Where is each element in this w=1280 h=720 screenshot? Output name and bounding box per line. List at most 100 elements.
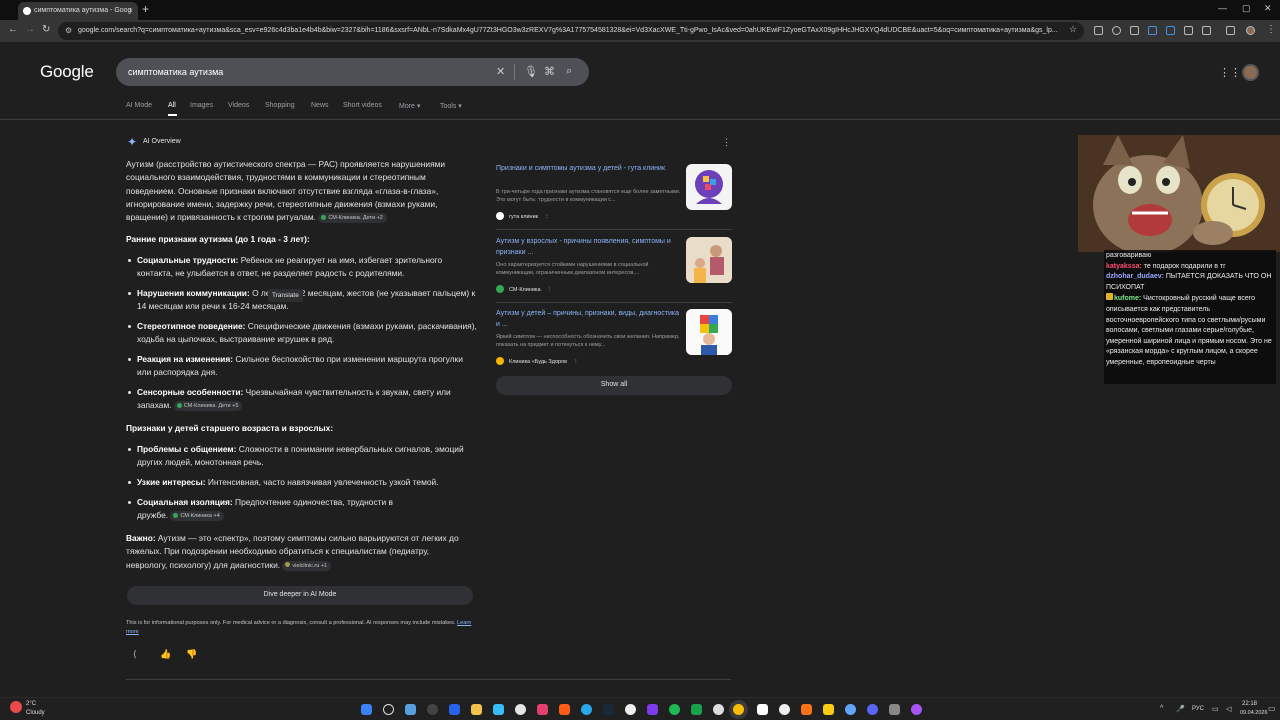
source-chip[interactable]: СМ-Клиника. Дети +5: [173, 401, 243, 412]
spotify-icon[interactable]: [669, 704, 680, 715]
account-avatar[interactable]: [1242, 64, 1259, 81]
steam-icon[interactable]: [603, 704, 614, 715]
mic-icon[interactable]: 🎤: [1176, 705, 1185, 713]
maximize-icon[interactable]: ▢: [1242, 3, 1251, 14]
thumbs-up-icon[interactable]: 👍: [160, 649, 171, 660]
extensions-puzzle-icon[interactable]: [1202, 26, 1211, 35]
tab-shopping[interactable]: Shopping: [265, 102, 295, 109]
task-view-icon[interactable]: [405, 704, 416, 715]
forward-icon[interactable]: →: [25, 24, 35, 35]
minimize-icon[interactable]: —: [1218, 3, 1227, 13]
site-info-icon[interactable]: ⚙: [65, 26, 72, 35]
site-favicon-icon: [496, 212, 504, 220]
clock-time[interactable]: 22:18: [1242, 701, 1257, 707]
app-icon[interactable]: [779, 704, 790, 715]
network-icon[interactable]: ▭: [1212, 705, 1219, 713]
app-icon[interactable]: [911, 704, 922, 715]
more-options-icon[interactable]: ⋮: [573, 359, 579, 365]
app-icon[interactable]: [515, 704, 526, 715]
app-icon[interactable]: [845, 704, 856, 715]
extension-icon[interactable]: [1166, 26, 1175, 35]
telegram-icon[interactable]: [581, 704, 592, 715]
source-title[interactable]: Признаки и симптомы аутизма у детей - гу…: [496, 164, 684, 175]
reload-icon[interactable]: ↻: [42, 24, 50, 35]
app-icon[interactable]: [801, 704, 812, 715]
extension-icon[interactable]: [1184, 26, 1193, 35]
app-icon[interactable]: [493, 704, 504, 715]
weather-temp: 2°C: [26, 701, 37, 707]
source-chip[interactable]: СМ-Клиника +4: [170, 511, 224, 522]
start-icon[interactable]: [361, 704, 372, 715]
source-card[interactable]: Аутизм у взрослых - причины появления, с…: [496, 237, 732, 293]
google-logo[interactable]: Google: [40, 62, 94, 82]
app-icon[interactable]: [713, 704, 724, 715]
image-search-icon[interactable]: ⌘: [544, 65, 555, 78]
source-thumbnail-photo: [686, 237, 732, 283]
tab-videos[interactable]: Videos: [228, 102, 249, 109]
profile-icon[interactable]: [1246, 26, 1255, 35]
app-icon[interactable]: [823, 704, 834, 715]
address-bar[interactable]: ⚙ google.com/search?q=симптоматика+аутиз…: [58, 22, 1084, 40]
search-icon[interactable]: [383, 704, 394, 715]
dive-deeper-button[interactable]: Dive deeper in AI Mode: [127, 586, 473, 605]
volume-icon[interactable]: ◁: [1226, 705, 1231, 713]
extension-icon[interactable]: [1148, 26, 1157, 35]
tab-news[interactable]: News: [311, 102, 329, 109]
new-tab-button[interactable]: +: [142, 2, 149, 16]
search-icon[interactable]: ⌕: [566, 65, 572, 78]
keyboard-language[interactable]: РУС: [1192, 706, 1204, 712]
back-icon[interactable]: ←: [8, 24, 18, 35]
browser-tab[interactable]: симптоматика аутизма - Goog ×: [18, 2, 138, 20]
more-options-icon[interactable]: ⋮: [722, 137, 731, 148]
search-input[interactable]: [128, 64, 488, 80]
list-item: Проблемы с общением: Сложности в пониман…: [128, 443, 477, 470]
tray-chevron-icon[interactable]: ^: [1160, 705, 1163, 712]
bookmark-star-icon[interactable]: ☆: [1069, 24, 1077, 35]
source-card[interactable]: Признаки и симптомы аутизма у детей - гу…: [496, 164, 732, 220]
chrome-icon[interactable]: [733, 704, 744, 715]
source-title[interactable]: Аутизм у взрослых - причины появления, с…: [496, 237, 684, 258]
source-chip[interactable]: СМ-Клиника. Дети +2: [318, 213, 387, 224]
app-icon[interactable]: [889, 704, 900, 715]
source-title[interactable]: Аутизм у детей – причины, признаки, виды…: [496, 309, 684, 330]
tab-all[interactable]: All: [168, 102, 176, 109]
app-icon[interactable]: [427, 704, 438, 715]
extension-icon[interactable]: [1112, 26, 1121, 35]
site-favicon-icon: [496, 357, 504, 365]
app-icon[interactable]: [559, 704, 570, 715]
search-box[interactable]: ✕ 🎙 ⌘ ⌕: [116, 58, 589, 86]
tab-short-videos[interactable]: Short videos: [343, 102, 382, 109]
thumbs-down-icon[interactable]: 👎: [186, 649, 197, 660]
tab-more[interactable]: More ▾: [399, 102, 420, 110]
weather-condition: Cloudy: [26, 710, 45, 716]
app-icon[interactable]: [647, 704, 658, 715]
extension-icon[interactable]: [1130, 26, 1139, 35]
clear-icon[interactable]: ✕: [496, 65, 505, 78]
weather-icon[interactable]: [10, 701, 22, 713]
source-card[interactable]: Аутизм у детей – причины, признаки, виды…: [496, 309, 732, 365]
app-icon[interactable]: [757, 704, 768, 715]
tab-images[interactable]: Images: [190, 102, 213, 109]
discord-icon[interactable]: [867, 704, 878, 715]
notifications-icon[interactable]: ▭: [1268, 704, 1276, 713]
app-icon[interactable]: [691, 704, 702, 715]
clock-date[interactable]: 09.04.2026: [1240, 710, 1268, 716]
tab-tools[interactable]: Tools ▾: [440, 102, 462, 110]
extension-icon[interactable]: [1094, 26, 1103, 35]
voice-search-icon[interactable]: 🎙: [524, 65, 538, 78]
file-explorer-icon[interactable]: [471, 704, 482, 715]
source-chip[interactable]: vielclinic.ru +1: [282, 560, 332, 571]
menu-icon[interactable]: ⋮: [1266, 24, 1276, 35]
app-icon[interactable]: [625, 704, 636, 715]
sidebar-icon[interactable]: [1226, 26, 1235, 35]
app-icon[interactable]: [449, 704, 460, 715]
share-icon[interactable]: ⟨: [133, 649, 137, 660]
tab-close-icon[interactable]: ×: [128, 6, 133, 15]
tab-ai-mode[interactable]: AI Mode: [126, 102, 152, 109]
app-icon[interactable]: [537, 704, 548, 715]
google-apps-icon[interactable]: ⋮⋮: [1219, 66, 1241, 79]
show-all-button[interactable]: Show all: [496, 376, 732, 395]
close-window-icon[interactable]: ✕: [1264, 3, 1272, 14]
more-options-icon[interactable]: ⋮: [547, 287, 553, 293]
more-options-icon[interactable]: ⋮: [544, 214, 550, 220]
